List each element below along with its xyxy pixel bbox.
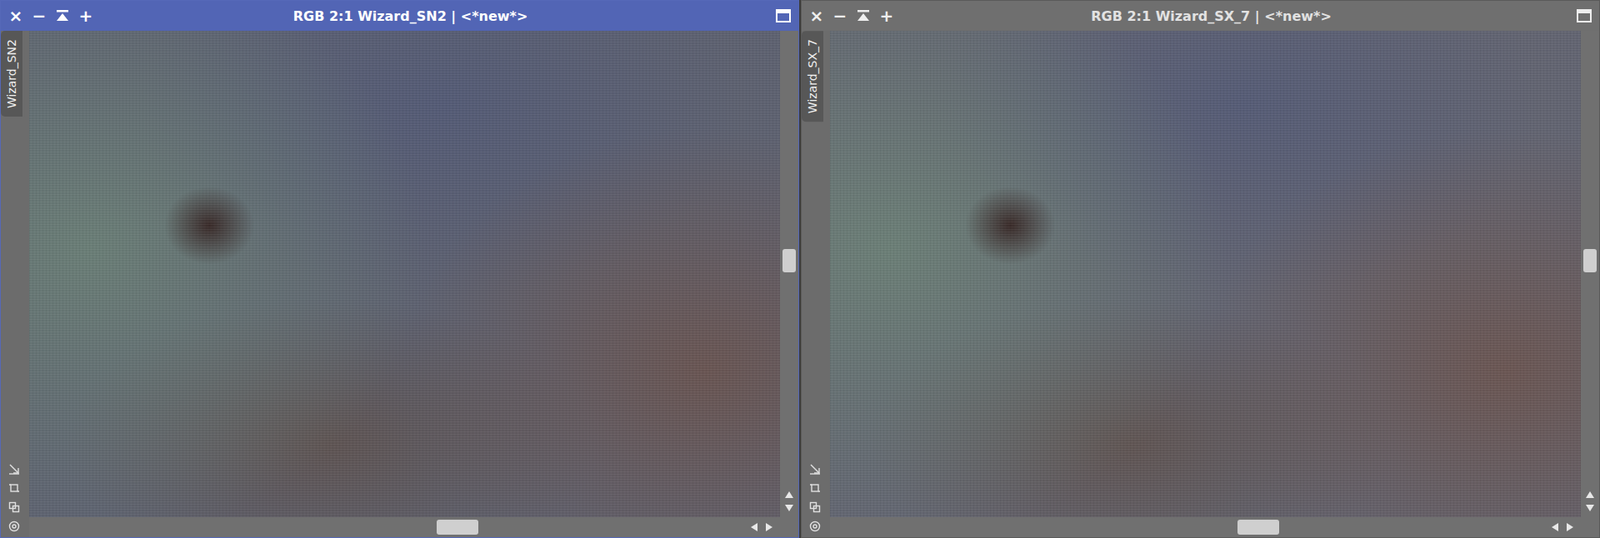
close-button[interactable]: ×: [806, 5, 827, 27]
fit-icon[interactable]: [809, 482, 821, 495]
workspace: ×−+RGB 2:1 Wizard_SN2 | <*new*>Wizard_SN…: [0, 0, 1600, 538]
fit-icon[interactable]: [8, 482, 20, 495]
arrow-up-icon[interactable]: [1585, 490, 1595, 500]
window-title: RGB 2:1 Wizard_SX_7 | <*new*>: [900, 8, 1573, 25]
arrow-down-icon[interactable]: [1585, 504, 1595, 513]
scroll-corner: [1580, 517, 1600, 538]
image-view[interactable]: [830, 30, 1581, 518]
image-view[interactable]: [29, 30, 780, 518]
horizontal-scrollbar[interactable]: [29, 517, 780, 538]
scroll-corner: [780, 517, 799, 538]
window-title: RGB 2:1 Wizard_SN2 | <*new*>: [99, 8, 772, 25]
arrow-left-icon[interactable]: [1550, 523, 1560, 532]
clone-icon[interactable]: [809, 501, 821, 514]
vertical-scroll-thumb[interactable]: [1583, 249, 1597, 273]
image-window[interactable]: ×− +RGB 2:1 Wizard_SN2 | <*new*> Wizard_SN…: [0, 0, 800, 538]
maximize-icon[interactable]: [775, 8, 792, 24]
view-tab[interactable]: Wizard_SX_7: [801, 30, 824, 122]
resize-icon[interactable]: [809, 463, 821, 475]
vertical-scrollbar[interactable]: [1580, 30, 1600, 518]
clone-icon[interactable]: [8, 501, 20, 514]
title-bar[interactable]: ×− +RGB 2:1 Wizard_SN2 | <*new*>: [0, 0, 799, 31]
shade-icon[interactable]: [853, 5, 874, 27]
horizontal-scrollbar[interactable]: [830, 517, 1581, 538]
horizontal-scroll-thumb[interactable]: [436, 520, 479, 535]
maximize-icon[interactable]: [1575, 8, 1593, 24]
arrow-right-icon[interactable]: [1565, 523, 1575, 532]
zoom-in-button[interactable]: +: [75, 5, 96, 27]
vertical-scroll-thumb[interactable]: [782, 249, 796, 273]
minimize-button[interactable]: −: [830, 5, 850, 27]
arrow-up-icon[interactable]: [785, 490, 794, 500]
resize-icon[interactable]: [8, 463, 20, 475]
view-tab[interactable]: Wizard_SN2: [0, 30, 23, 117]
minimize-button[interactable]: −: [29, 5, 50, 27]
side-strip: Wizard_SN2: [0, 30, 30, 538]
horizontal-scroll-thumb[interactable]: [1237, 520, 1280, 535]
close-button[interactable]: ×: [5, 5, 26, 27]
target-icon[interactable]: [8, 520, 20, 533]
arrow-down-icon[interactable]: [785, 504, 794, 513]
title-bar[interactable]: ×− +RGB 2:1 Wizard_SX_7 | <*new*>: [801, 0, 1600, 31]
shade-icon[interactable]: [52, 5, 73, 27]
zoom-in-button[interactable]: +: [876, 5, 897, 27]
arrow-left-icon[interactable]: [750, 523, 759, 532]
vertical-scrollbar[interactable]: [780, 30, 799, 518]
side-strip: Wizard_SX_7: [801, 30, 830, 538]
image-window[interactable]: ×− +RGB 2:1 Wizard_SX_7 | <*new*> Wizard_S…: [800, 0, 1600, 538]
target-icon[interactable]: [809, 520, 821, 533]
arrow-right-icon[interactable]: [765, 523, 774, 532]
